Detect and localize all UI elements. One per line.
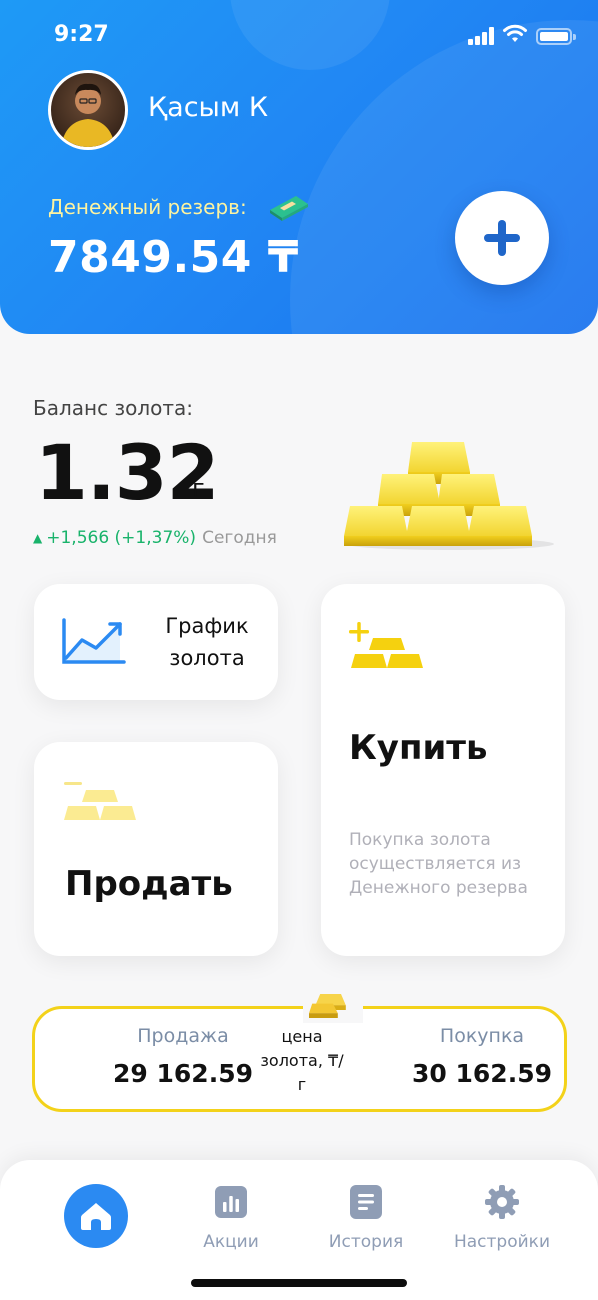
gold-balance-unit: г — [192, 474, 205, 502]
gear-icon — [485, 1185, 519, 1219]
gold-sell-icon — [64, 782, 136, 820]
reserve-label: Денежный резерв: — [48, 195, 247, 219]
gold-bars-icon — [344, 442, 554, 550]
avatar[interactable] — [48, 70, 128, 150]
person-icon — [61, 83, 115, 147]
document-icon — [350, 1185, 382, 1219]
gold-bar-icon — [303, 989, 363, 1023]
signal-icon — [468, 27, 496, 45]
sell-label: Продать — [65, 864, 233, 904]
home-indicator — [191, 1279, 407, 1287]
buy-price: Покупка 30 162.59 — [392, 1025, 572, 1088]
plus-icon — [484, 220, 520, 256]
sell-price-title: Продажа — [137, 1025, 229, 1047]
status-time: 9:27 — [54, 22, 109, 47]
gold-price-unit-label: цена золота, ₸/г — [260, 1027, 344, 1094]
add-funds-button[interactable] — [455, 191, 549, 285]
reserve-value: 7849.54 ₸ — [48, 232, 299, 283]
buy-note: Покупка золота осуществляется из Денежно… — [349, 830, 528, 898]
status-bar: 9:27 — [0, 0, 598, 72]
buy-price-title: Покупка — [439, 1025, 525, 1047]
sell-price-value: 29 162.59 — [113, 1059, 253, 1088]
gold-balance-value: 1.32 — [35, 428, 220, 517]
tab-history[interactable]: История — [306, 1184, 426, 1252]
bar-chart-icon — [215, 1186, 247, 1218]
tab-settings-label: Настройки — [453, 1232, 550, 1252]
arrow-up-icon: ▲ — [33, 531, 43, 545]
header: 9:27 Қасым К Денежный резерв: 7849.54 ₸ — [0, 0, 598, 334]
gold-chart-card[interactable]: График золота — [34, 584, 278, 700]
gold-change-period: Сегодня — [202, 528, 277, 548]
wifi-icon — [503, 24, 527, 42]
home-icon — [81, 1203, 111, 1230]
gold-chart-label: График золота — [165, 614, 249, 670]
gold-change-value: +1,566 (+1,37%) — [46, 528, 197, 548]
user-name: Қасым К — [148, 92, 268, 123]
line-chart-icon — [62, 618, 126, 664]
tab-stocks-label: Акции — [203, 1232, 259, 1252]
sell-card[interactable]: Продать — [34, 742, 278, 956]
money-icon — [270, 196, 308, 221]
tab-stocks[interactable]: Акции — [171, 1184, 291, 1252]
tab-settings[interactable]: Настройки — [442, 1184, 562, 1252]
gold-change: ▲ +1,566 (+1,37%) Сегодня — [33, 528, 277, 548]
buy-price-value: 30 162.59 — [412, 1059, 552, 1088]
sell-price: Продажа 29 162.59 — [93, 1025, 273, 1088]
buy-label: Купить — [349, 728, 488, 768]
buy-card[interactable]: Купить Покупка золота осуществляется из … — [321, 584, 565, 956]
gold-buy-icon — [349, 622, 423, 668]
gold-price-panel: Продажа 29 162.59 цена золота, ₸/г Покуп… — [32, 989, 567, 1112]
tab-home[interactable] — [64, 1184, 128, 1248]
tab-history-label: История — [328, 1232, 404, 1252]
battery-icon — [536, 28, 576, 45]
gold-balance-label: Баланс золота: — [33, 396, 193, 420]
